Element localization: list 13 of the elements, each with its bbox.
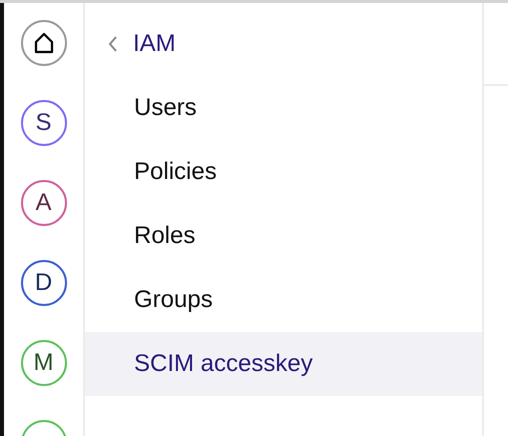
home-icon [32, 32, 54, 54]
avatar-button[interactable]: S [20, 100, 66, 146]
back-icon[interactable] [107, 35, 119, 53]
nav-item[interactable]: SCIM accesskey [85, 332, 482, 396]
nav-item[interactable]: Roles [85, 204, 482, 268]
section-title[interactable]: IAM [133, 30, 176, 58]
nav-item[interactable]: Policies [85, 140, 482, 204]
nav-item[interactable]: Groups [85, 268, 482, 332]
nav-item[interactable]: Users [85, 76, 482, 140]
avatar-button[interactable]: D [20, 260, 66, 306]
avatar-button[interactable]: A [20, 180, 66, 226]
home-button[interactable] [20, 20, 66, 66]
avatar-button[interactable]: M [20, 340, 66, 386]
